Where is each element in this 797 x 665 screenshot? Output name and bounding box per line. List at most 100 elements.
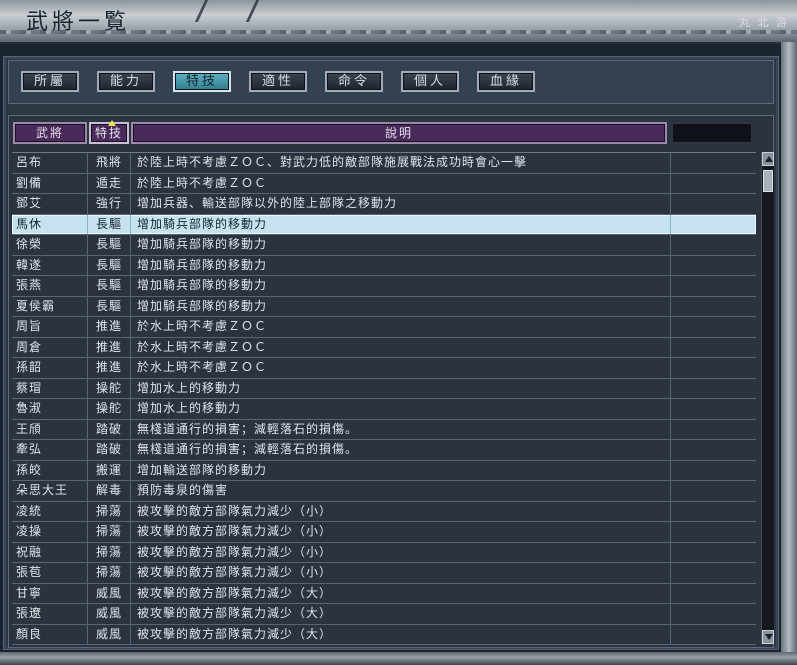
- table-row[interactable]: 祝融 掃蕩 被攻擊的敵方部隊氣力減少（小）: [12, 542, 756, 563]
- table-row[interactable]: 凌統 掃蕩 被攻擊的敵方部隊氣力減少（小）: [12, 501, 756, 522]
- scroll-thumb[interactable]: [763, 170, 773, 192]
- table-row[interactable]: 周倉 推進 於水上時不考慮ＺＯＣ: [12, 337, 756, 358]
- general-name-cell: 韓遂: [16, 257, 43, 272]
- title-bar: 武將一覧 丸 北 游: [0, 0, 797, 44]
- table-row[interactable]: 牽弘 踏破 無棧道通行的損害；減輕落石的損傷。: [12, 440, 756, 461]
- general-name-cell: 祝融: [16, 544, 43, 559]
- tab-affiliation[interactable]: 所屬: [21, 71, 79, 92]
- table-row[interactable]: 朵思大王 解毒 預防毒泉的傷害: [12, 481, 756, 502]
- table-row[interactable]: 顏良 威風 被攻擊的敵方部隊氣力減少（大）: [12, 624, 756, 645]
- skill-description-cell: 增加水上的移動力: [131, 378, 671, 398]
- skill-name-cell: 掃蕩: [87, 563, 131, 583]
- skill-description-cell: 增加騎兵部隊的移動力: [131, 255, 671, 275]
- general-name-cell: 凌操: [16, 524, 43, 538]
- arrow-down-icon: [765, 634, 773, 640]
- table-row[interactable]: 韓遂 長驅 增加騎兵部隊的移動力: [12, 255, 756, 276]
- table-row[interactable]: 徐榮 長驅 增加騎兵部隊的移動力: [12, 235, 756, 256]
- table-row[interactable]: 魯淑 操舵 增加水上的移動力: [12, 399, 756, 420]
- skill-name-cell: 踏破: [87, 440, 131, 460]
- skill-description-cell: 無棧道通行的損害；減輕落石的損傷。: [131, 419, 671, 439]
- general-name-cell: 劉備: [16, 175, 43, 190]
- skill-description-cell: 於陸上時不考慮ＺＯＣ、對武力低的敵部隊施展戰法成功時會心一擊: [131, 153, 671, 173]
- skill-name-cell: 長驅: [87, 235, 131, 255]
- general-name-cell: 蔡瑁: [16, 380, 43, 395]
- table-row[interactable]: 甘寧 威風 被攻擊的敵方部隊氣力減少（大）: [12, 583, 756, 604]
- window-bottom-border: [0, 652, 797, 665]
- general-name-cell: 牽弘: [16, 442, 43, 456]
- arrow-up-icon: [765, 156, 773, 162]
- skill-name-cell: 掃蕩: [87, 522, 131, 542]
- table-row[interactable]: 周旨 推進 於水上時不考慮ＺＯＣ: [12, 317, 756, 338]
- table-row[interactable]: 鄧艾 強行 增加兵器、輸送部隊以外的陸上部隊之移動力: [12, 194, 756, 215]
- tab-lineage[interactable]: 血緣: [477, 71, 535, 92]
- column-header-description[interactable]: 說明: [131, 122, 667, 144]
- skill-description-cell: 增加水上的移動力: [131, 399, 671, 419]
- tab-skills[interactable]: 特技: [173, 71, 231, 92]
- table-row[interactable]: 張苞 掃蕩 被攻擊的敵方部隊氣力減少（小）: [12, 563, 756, 584]
- scroll-down-button[interactable]: [762, 630, 774, 644]
- general-name-cell: 周旨: [16, 319, 43, 333]
- skill-description-cell: 無棧道通行的損害；減輕落石的損傷。: [131, 440, 671, 460]
- table-row[interactable]: 孫皎 搬運 增加輸送部隊的移動力: [12, 460, 756, 481]
- skill-name-cell: 推進: [87, 337, 131, 357]
- skill-description-cell: 被攻擊的敵方部隊氣力減少（小）: [131, 501, 671, 521]
- table-row[interactable]: 馬休 長驅 增加騎兵部隊的移動力: [12, 214, 756, 235]
- table-row[interactable]: 劉備 遁走 於陸上時不考慮ＺＯＣ: [12, 173, 756, 194]
- general-name-cell: 鄧艾: [16, 196, 43, 210]
- scroll-up-button[interactable]: [762, 152, 774, 166]
- skill-description-cell: 被攻擊的敵方部隊氣力減少（大）: [131, 583, 671, 603]
- brush-decoration: [194, 0, 260, 22]
- skill-description-cell: 被攻擊的敵方部隊氣力減少（小）: [131, 563, 671, 583]
- table-row[interactable]: 呂布 飛將 於陸上時不考慮ＺＯＣ、對武力低的敵部隊施展戰法成功時會心一擊: [12, 153, 756, 174]
- skill-description-cell: 增加兵器、輸送部隊以外的陸上部隊之移動力: [131, 194, 671, 214]
- skill-description-cell: 增加輸送部隊的移動力: [131, 460, 671, 480]
- table-row[interactable]: 王頎 踏破 無棧道通行的損害；減輕落石的損傷。: [12, 419, 756, 440]
- general-name-cell: 孫韶: [16, 360, 43, 374]
- tab-ability[interactable]: 能力: [97, 71, 155, 92]
- skill-description-cell: 於陸上時不考慮ＺＯＣ: [131, 173, 671, 193]
- tab-aptitude[interactable]: 適性: [249, 71, 307, 92]
- skill-name-cell: 踏破: [87, 419, 131, 439]
- skill-name-cell: 搬運: [87, 460, 131, 480]
- table-row[interactable]: 夏侯霸 長驅 增加騎兵部隊的移動力: [12, 296, 756, 317]
- tab-orders[interactable]: 命令: [325, 71, 383, 92]
- general-name-cell: 徐榮: [16, 237, 43, 251]
- table-row[interactable]: 凌操 掃蕩 被攻擊的敵方部隊氣力減少（小）: [12, 522, 756, 543]
- column-header-empty: [671, 122, 753, 144]
- skill-name-cell: 長驅: [87, 276, 131, 296]
- skill-name-cell: 操舵: [87, 378, 131, 398]
- general-name-cell: 魯淑: [16, 401, 43, 415]
- general-name-cell: 呂布: [16, 155, 43, 169]
- table-row[interactable]: 蔡瑁 操舵 增加水上的移動力: [12, 378, 756, 399]
- skills-table: 武將 特技 說明 呂布 飛將 於陸上時不考慮ＺＯＣ、對武力低的敵部隊施展戰法成功時會…: [8, 115, 774, 648]
- skill-name-cell: 解毒: [87, 481, 131, 501]
- sort-indicator-icon: [108, 120, 116, 126]
- general-list-panel: 所屬 能力 特技 適性 命令 個人 血緣 武將 特技 說明 呂布 飛將 於陸上時不考…: [3, 56, 779, 650]
- column-header-skill-label: 特技: [94, 126, 123, 140]
- general-name-cell: 夏侯霸: [16, 298, 56, 313]
- skill-name-cell: 掃蕩: [87, 542, 131, 562]
- tab-personal[interactable]: 個人: [401, 71, 459, 92]
- vertical-scrollbar[interactable]: [761, 152, 774, 644]
- column-header-general[interactable]: 武將: [13, 122, 87, 144]
- general-name-cell: 顏良: [16, 626, 43, 641]
- table-row[interactable]: 張遼 威風 被攻擊的敵方部隊氣力減少（大）: [12, 604, 756, 625]
- skill-name-cell: 長驅: [87, 255, 131, 275]
- skill-name-cell: 強行: [87, 194, 131, 214]
- skill-name-cell: 掃蕩: [87, 501, 131, 521]
- skill-description-cell: 增加騎兵部隊的移動力: [131, 214, 671, 234]
- table-row[interactable]: 張燕 長驅 增加騎兵部隊的移動力: [12, 276, 756, 297]
- general-name-cell: 馬休: [16, 216, 43, 231]
- skill-description-cell: 被攻擊的敵方部隊氣力減少（小）: [131, 522, 671, 542]
- general-name-cell: 王頎: [16, 421, 43, 436]
- skill-name-cell: 威風: [87, 624, 131, 644]
- skill-description-cell: 於水上時不考慮ＺＯＣ: [131, 358, 671, 378]
- corner-label: 丸 北 游: [739, 16, 789, 29]
- skill-description-cell: 於水上時不考慮ＺＯＣ: [131, 317, 671, 337]
- skill-name-cell: 威風: [87, 583, 131, 603]
- column-header-skill[interactable]: 特技: [89, 120, 129, 144]
- skill-description-cell: 被攻擊的敵方部隊氣力減少（大）: [131, 604, 671, 624]
- table-body: 呂布 飛將 於陸上時不考慮ＺＯＣ、對武力低的敵部隊施展戰法成功時會心一擊 劉備 遁走 於陸…: [12, 152, 756, 645]
- table-row[interactable]: 孫韶 推進 於水上時不考慮ＺＯＣ: [12, 358, 756, 379]
- skill-name-cell: 推進: [87, 358, 131, 378]
